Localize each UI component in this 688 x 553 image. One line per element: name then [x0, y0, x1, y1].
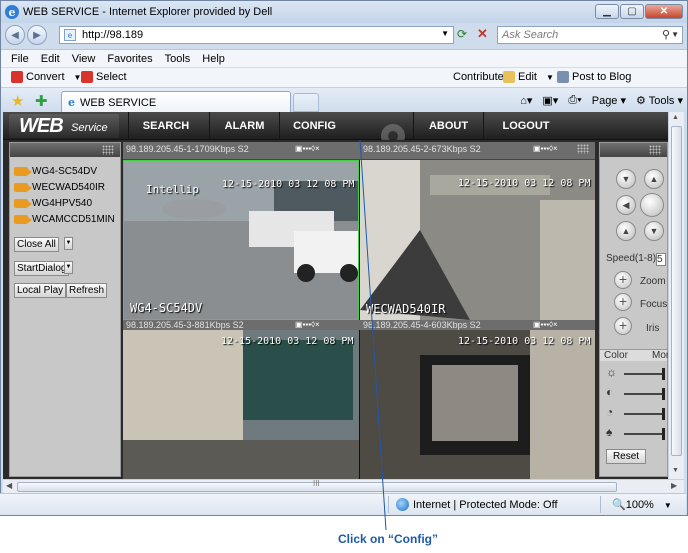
callout-caption: Click on “Config”: [338, 532, 438, 546]
callout-line: [359, 139, 387, 531]
